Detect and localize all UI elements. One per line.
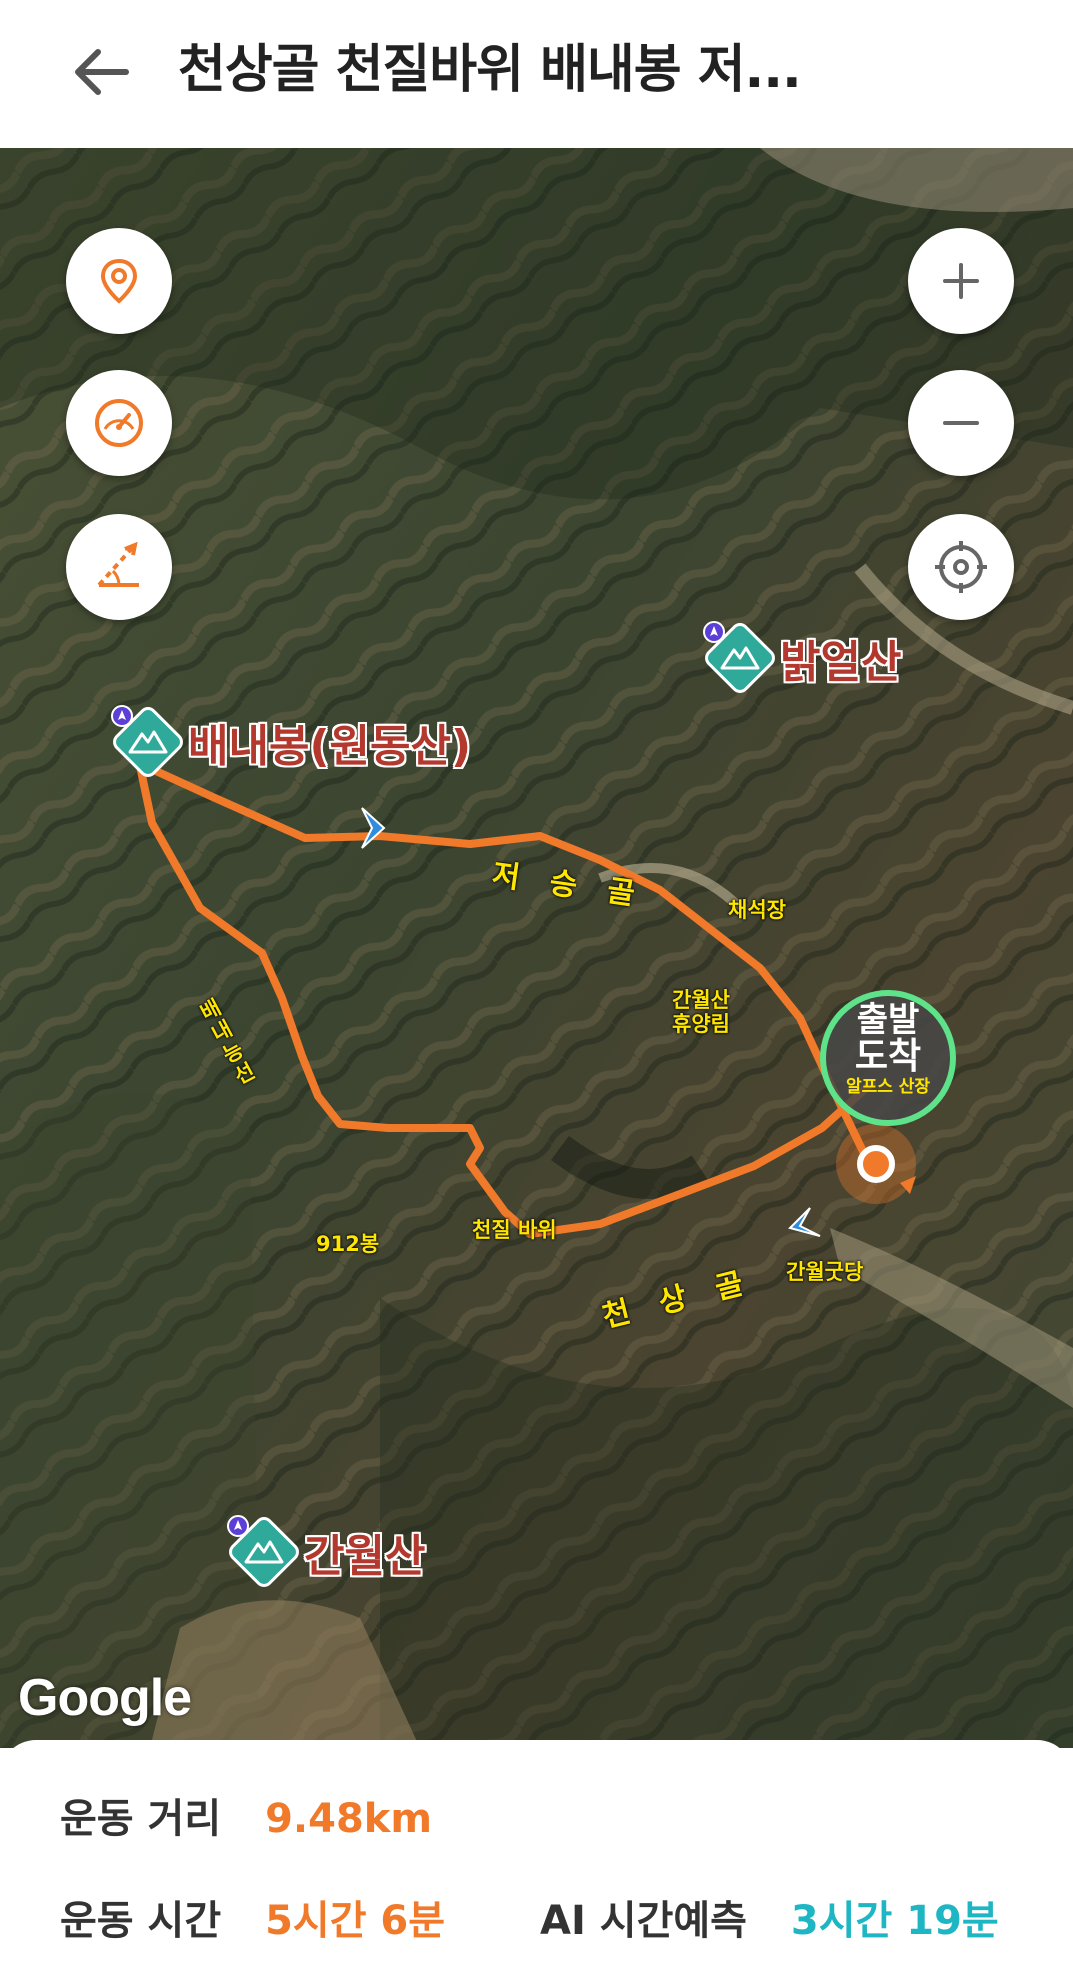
mountain-icon — [111, 705, 183, 777]
label-cheonjil-rock: 천질 바위 — [472, 1218, 557, 1242]
label-ganwol-shrine: 간월굿당 — [786, 1260, 864, 1284]
end-label: 도착 — [854, 1036, 922, 1077]
satellite-terrain — [0, 148, 1073, 1748]
ai-estimate-label: AI 시간예측 — [540, 1898, 747, 1944]
label-912-peak: 912봉 — [316, 1232, 380, 1256]
top-bar: 천상골 천질바위 배내봉 저... — [0, 0, 1073, 148]
start-place-label: 알프스 산장 — [845, 1077, 931, 1097]
google-attribution: Google — [18, 1669, 192, 1727]
label-chaeseokjang: 채석장 — [728, 898, 786, 922]
peak-label: 간월산 — [304, 1531, 426, 1582]
map-view[interactable]: 밝얼산 배내봉(원동산) 간월산 저 승 골 채석장 간월산 휴양림 배 내 능… — [0, 148, 1073, 1748]
mountain-icon — [703, 621, 775, 693]
page-title: 천상골 천질바위 배내봉 저... — [178, 40, 802, 100]
ai-estimate-value: 3시간 19분 — [790, 1898, 999, 1944]
time-label: 운동 시간 — [60, 1898, 222, 1944]
start-end-marker[interactable]: 출발 도착 알프스 산장 — [820, 990, 956, 1126]
minus-icon — [943, 421, 979, 425]
slope-button[interactable] — [66, 514, 172, 620]
peak-marker-baenaebong[interactable]: 배내봉(원동산) — [108, 702, 471, 782]
slope-angle-icon — [97, 541, 139, 587]
time-row: 운동 시간 5시간 6분 — [60, 1888, 445, 1946]
start-label: 출발 — [856, 1000, 920, 1040]
plus-icon — [943, 263, 979, 299]
my-location-button[interactable] — [908, 514, 1014, 620]
speedometer-button[interactable] — [66, 370, 172, 476]
back-button[interactable] — [70, 40, 134, 104]
ai-estimate-row: AI 시간예측 3시간 19분 — [540, 1888, 999, 1946]
distance-value: 9.48km — [265, 1796, 433, 1842]
distance-row: 운동 거리 9.48km — [60, 1786, 432, 1844]
time-value: 5시간 6분 — [265, 1898, 446, 1944]
mountain-icon — [227, 1515, 299, 1587]
label-ganwolsan-forest-2: 휴양림 — [672, 1012, 730, 1036]
speedometer-icon — [95, 399, 143, 447]
peak-label: 배내봉(원동산) — [188, 721, 472, 772]
peak-marker-balgeolsan[interactable]: 밝얼산 — [700, 618, 901, 698]
distance-label: 운동 거리 — [60, 1796, 222, 1842]
peak-label: 밝얼산 — [780, 637, 902, 688]
stats-panel: 운동 거리 9.48km 운동 시간 5시간 6분 AI 시간예측 3시간 19… — [0, 1740, 1073, 1988]
zoom-out-button[interactable] — [908, 370, 1014, 476]
crosshair-icon — [935, 541, 987, 593]
zoom-in-button[interactable] — [908, 228, 1014, 334]
location-pin-button[interactable] — [66, 228, 172, 334]
location-pin-icon — [100, 258, 138, 304]
arrow-left-icon — [75, 49, 129, 95]
peak-marker-ganwolsan[interactable]: 간월산 — [224, 1512, 425, 1592]
